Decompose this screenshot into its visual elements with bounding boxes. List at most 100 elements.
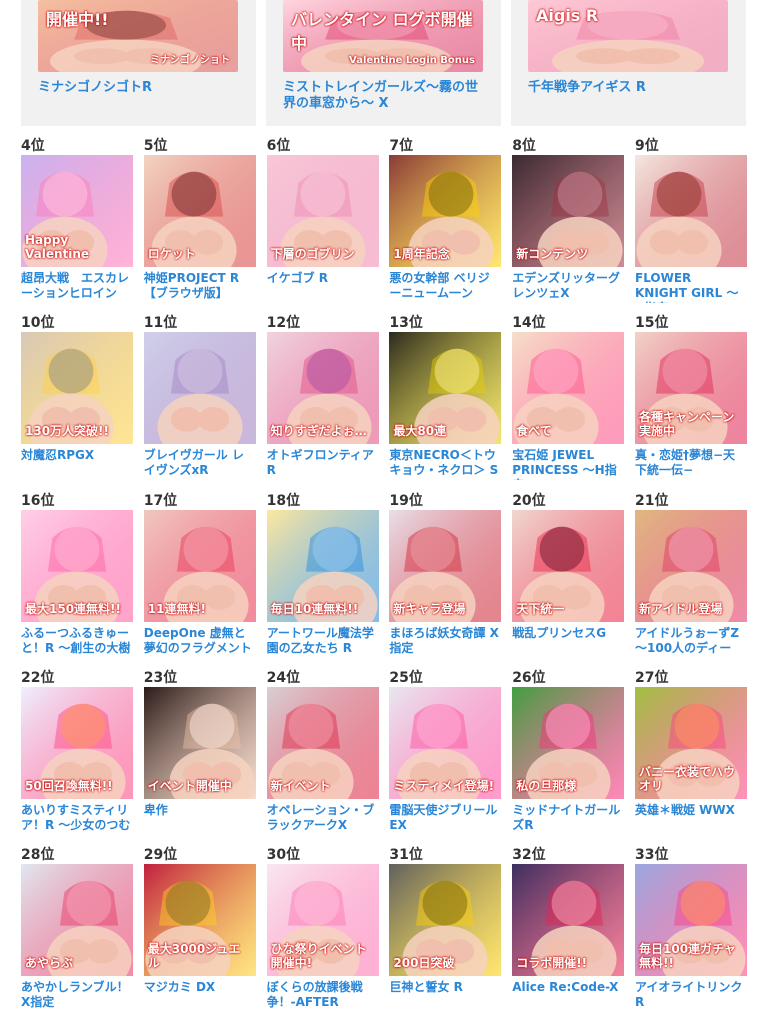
game-title-link[interactable]: ぼくらの放課後戦争！-AFTER SCHO	[267, 980, 379, 1012]
game-thumbnail[interactable]: ミスティメイ登場!	[389, 687, 502, 799]
featured-card[interactable]: バレンタイン ログボ開催中 Valentine Login Bonus ミストトレイ…	[266, 0, 501, 126]
game-thumbnail[interactable]: 1周年記念	[389, 155, 502, 267]
game-thumbnail[interactable]: 知りすぎだよぉ…	[266, 332, 379, 444]
rank-number: 17位	[143, 493, 178, 509]
thumbnail-caption: 最大80連	[393, 424, 447, 438]
game-title-link[interactable]: アートワール魔法学園の乙女たち R	[267, 626, 379, 658]
game-title-link[interactable]: ミッドナイトガールズR	[512, 803, 624, 835]
game-title-link[interactable]: まほろば妖女奇譚 X指定	[389, 626, 501, 658]
game-thumbnail[interactable]: 130万人突破!!	[21, 332, 133, 444]
rank-number: 11位	[143, 315, 178, 331]
rank-number: 31位	[389, 847, 423, 863]
rank-number: 19位	[389, 493, 423, 509]
thumbnail-caption: 天下統一	[516, 602, 565, 616]
rank-number: 13位	[389, 315, 423, 331]
featured-card[interactable]: Aigis R 千年戦争アイギス R	[511, 0, 746, 126]
game-thumbnail[interactable]: ロケット	[143, 155, 256, 267]
game-thumbnail[interactable]: 50回召喚無料!!	[21, 687, 133, 799]
game-thumbnail[interactable]: 私の旦那様	[512, 687, 625, 799]
game-thumbnail[interactable]: 最大80連	[389, 332, 502, 444]
game-title-link[interactable]: オペレーション・ブラックアークX	[267, 803, 379, 835]
game-thumbnail[interactable]: ひな祭りイベント開催中!	[266, 864, 379, 976]
game-title-link[interactable]: 超昂大戦 エスカレーションヒロイン	[21, 271, 133, 303]
game-thumbnail[interactable]: イベント開催中	[143, 687, 256, 799]
featured-banner-text: Aigis R	[536, 6, 599, 25]
game-title-link[interactable]: 卑作	[144, 803, 256, 835]
thumbnail-caption: バニー衣装でハウオリ	[639, 765, 736, 793]
game-title-link[interactable]: 英雄＊戦姫 WWX	[635, 803, 747, 835]
game-title-link[interactable]: DeepOne 虚無と夢幻のフラグメント R	[144, 626, 256, 658]
rank-number: 25位	[389, 670, 423, 686]
game-title-link[interactable]: ブレイヴガール レイヴンズxR	[144, 448, 256, 480]
thumbnail-caption: ロケット	[147, 247, 196, 261]
thumbnail-caption: 新キャラ登場	[393, 602, 466, 616]
rank-number: 24位	[266, 670, 301, 686]
game-thumbnail[interactable]: 新アイドル登場	[635, 510, 747, 622]
game-thumbnail[interactable]: 新コンテンツ	[512, 155, 625, 267]
thumbnail-caption: 最大3000ジュエル	[147, 942, 241, 970]
game-title-link[interactable]: 悪の女幹部 ベリジーニューム一ン	[389, 271, 501, 303]
game-title-link[interactable]: 巨神と誓女 R	[389, 980, 501, 1012]
game-thumbnail[interactable]: 毎日100連ガチャ無料!!	[635, 864, 747, 976]
thumbnail-caption: 私の旦那様	[516, 779, 577, 793]
game-thumbnail[interactable]: 各種キャンペーン実施中	[635, 332, 747, 444]
game-title-link[interactable]: アイドルうぉーずZ～100人のディー	[635, 626, 747, 658]
game-thumbnail[interactable]: 11連無料!	[143, 510, 256, 622]
game-title-link[interactable]: アイオライトリンク R	[635, 980, 747, 1012]
game-title-link[interactable]: オトギフロンティア R	[267, 448, 379, 480]
rank-number: 6位	[266, 138, 291, 154]
game-thumbnail[interactable]: Happy Valentine	[21, 155, 133, 267]
game-title-link[interactable]: 対魔忍RPGX	[21, 448, 133, 480]
featured-games: 開催中!! ミナシゴノショト ミナシゴノシゴトR バレンタイン ログボ開催中 Valen…	[21, 0, 747, 126]
game-title-link[interactable]: ふるーつふるきゅーと！R ～創生の大樹	[21, 626, 133, 658]
game-title-link[interactable]: FLOWER KNIGHT GIRL ～X指定～	[635, 271, 747, 303]
featured-title-link[interactable]: ミストトレインガールズ～霧の世界の車窓から～ X	[283, 80, 488, 112]
rank-number: 21位	[635, 493, 669, 509]
game-thumbnail[interactable]: 200日突破	[389, 864, 502, 976]
game-thumbnail[interactable]: 天下統一	[512, 510, 625, 622]
game-title-link[interactable]: マジカミ DX	[144, 980, 256, 1012]
game-thumbnail[interactable]: 下層のゴブリン	[266, 155, 379, 267]
featured-subbanner-text: Valentine Login Bonus	[349, 55, 475, 66]
game-thumbnail[interactable]: 最大150連無料!!	[21, 510, 133, 622]
game-title-link[interactable]: 東京NECRO＜トウキョウ・ネクロ＞ S	[389, 448, 501, 480]
featured-card[interactable]: 開催中!! ミナシゴノショトミナシゴノシゴトR	[21, 0, 256, 126]
game-title-link[interactable]: エデンズリッターグレンツェX	[512, 271, 624, 303]
game-title-link[interactable]: あやかしランブル！X指定	[21, 980, 133, 1012]
game-thumbnail[interactable]	[143, 332, 256, 444]
rank-number: 9位	[635, 138, 659, 154]
game-title-link[interactable]: 真・恋姫†夢想−天下統一伝−	[635, 448, 747, 480]
featured-subbanner-text: ミナシゴノショト	[150, 55, 230, 66]
game-thumbnail[interactable]: あやらぶ	[21, 864, 133, 976]
game-title-link[interactable]: 雷脳天使ジブリールEX	[389, 803, 501, 835]
thumbnail-caption: 知りすぎだよぉ…	[270, 424, 367, 438]
game-title-link[interactable]: 神姫PROJECT R【ブラウザ版】	[144, 271, 256, 303]
rank-number: 16位	[21, 493, 55, 509]
game-thumbnail[interactable]: コラボ開催!!	[512, 864, 625, 976]
rank-number: 10位	[21, 315, 55, 331]
game-title-link[interactable]: 戦乱プリンセスG	[512, 626, 624, 658]
game-thumbnail[interactable]: 新キャラ登場	[389, 510, 502, 622]
game-thumbnail[interactable]: 最大3000ジュエル	[143, 864, 256, 976]
featured-thumbnail[interactable]: 開催中!! ミナシゴノショト	[38, 0, 238, 72]
featured-title-link[interactable]: ミナシゴノシゴトR	[38, 80, 243, 96]
featured-thumbnail[interactable]: Aigis R	[528, 0, 728, 72]
featured-thumbnail[interactable]: バレンタイン ログボ開催中 Valentine Login Bonus	[283, 0, 483, 72]
game-title-link[interactable]: 宝石姫 JEWEL PRINCESS ～H指定～	[512, 448, 624, 480]
featured-title-link[interactable]: 千年戦争アイギス R	[528, 80, 733, 96]
game-title-link[interactable]: Alice Re:Code-X	[512, 980, 624, 1012]
game-title-link[interactable]: イケゴブ R	[267, 271, 379, 303]
game-thumbnail[interactable]: 食べて	[512, 332, 625, 444]
game-thumbnail[interactable]: バニー衣装でハウオリ	[635, 687, 747, 799]
game-thumbnail[interactable]: 毎日10連無料!!	[266, 510, 379, 622]
thumbnail-caption: 食べて	[516, 424, 552, 438]
game-thumbnail[interactable]	[635, 155, 747, 267]
game-thumbnail[interactable]: 新イベント	[266, 687, 379, 799]
game-title-link[interactable]: あいりすミスティリア！R ～少女のつむ	[21, 803, 133, 835]
thumbnail-caption: 130万人突破!!	[25, 424, 109, 438]
thumbnail-caption: 下層のゴブリン	[270, 247, 355, 261]
rank-number: 29位	[143, 847, 178, 863]
thumbnail-caption: 最大150連無料!!	[25, 602, 121, 616]
rank-number: 22位	[21, 670, 55, 686]
rank-number: 7位	[389, 138, 414, 154]
